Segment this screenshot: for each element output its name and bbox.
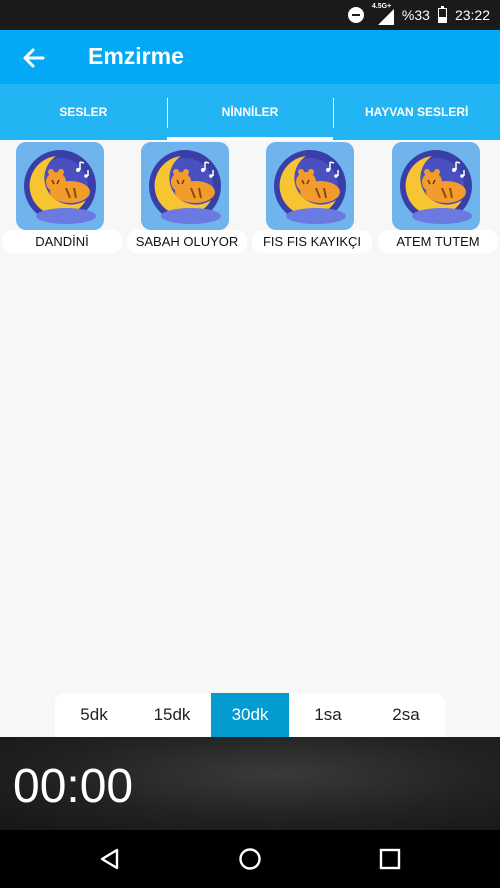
moon-tiger-icon: [266, 142, 354, 230]
recents-square-icon: [379, 848, 401, 870]
signal-icon: 4.5G+: [372, 3, 394, 25]
lullaby-title: FIS FIS KAYIKÇI: [252, 230, 372, 253]
clock: 23:22: [454, 7, 490, 23]
timer-option-5dk[interactable]: 5dk: [55, 693, 133, 737]
lullaby-item[interactable]: FIS FIS KAYIKÇI: [250, 140, 374, 256]
moon-tiger-icon: [16, 142, 104, 230]
lullaby-title: DANDİNİ: [2, 230, 122, 253]
app-bar: Emzirme: [0, 30, 500, 84]
home-circle-icon: [239, 848, 261, 870]
timer-selector: 5dk 15dk 30dk 1sa 2sa: [55, 693, 445, 737]
tab-ninniler[interactable]: NİNNİLER: [166, 84, 334, 140]
elapsed-time: 00:00: [13, 760, 134, 813]
lullaby-item[interactable]: DANDİNİ: [0, 140, 124, 256]
lullaby-title: SABAH OLUYOR: [127, 230, 247, 253]
timer-option-30dk[interactable]: 30dk: [211, 693, 289, 737]
do-not-disturb-icon: [347, 7, 364, 23]
navigation-bar: [0, 830, 500, 888]
back-button[interactable]: [18, 42, 50, 74]
battery-percent: %33: [401, 7, 430, 23]
nav-back-button[interactable]: [97, 846, 123, 872]
back-triangle-icon: [100, 848, 119, 870]
lullaby-item[interactable]: ATEM TUTEM: [376, 140, 500, 256]
moon-tiger-icon: [392, 142, 480, 230]
timer-option-1sa[interactable]: 1sa: [289, 693, 367, 737]
lullaby-item[interactable]: SABAH OLUYOR: [125, 140, 249, 256]
battery-icon: [437, 5, 447, 23]
nav-recents-button[interactable]: [377, 846, 403, 872]
status-bar: 4.5G+ %33 23:22: [0, 0, 500, 30]
lullaby-list: DANDİNİ SABAH OLUYOR FIS FIS KAYIKÇI ATEM T…: [0, 140, 500, 737]
player-panel: 00:00: [0, 737, 500, 830]
page-title: Emzirme: [88, 43, 184, 69]
lullaby-title: ATEM TUTEM: [378, 230, 498, 253]
tab-sesler[interactable]: SESLER: [0, 84, 167, 140]
tab-bar: SESLER NİNNİLER HAYVAN SESLERİ: [0, 84, 500, 140]
timer-option-2sa[interactable]: 2sa: [367, 693, 445, 737]
arrow-left-icon: [23, 48, 45, 68]
nav-home-button[interactable]: [237, 846, 263, 872]
tab-hayvan-sesleri[interactable]: HAYVAN SESLERİ: [333, 84, 500, 140]
timer-option-15dk[interactable]: 15dk: [133, 693, 211, 737]
moon-tiger-icon: [141, 142, 229, 230]
